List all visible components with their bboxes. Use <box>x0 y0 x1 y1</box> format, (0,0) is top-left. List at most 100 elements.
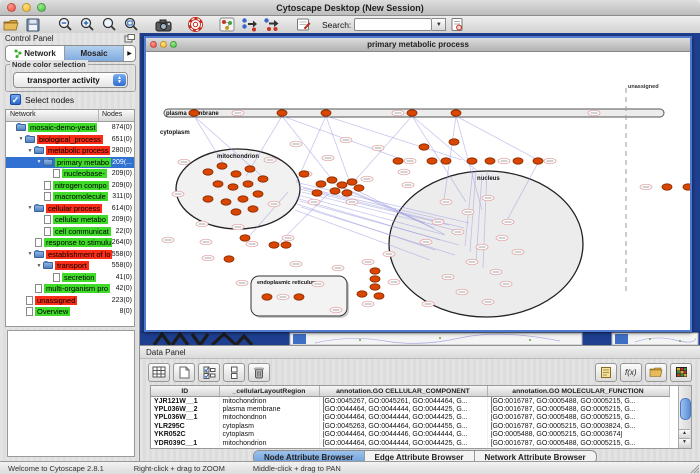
network-node[interactable] <box>467 158 477 164</box>
table-row[interactable]: YKR052Ccytoplasm[GO:0044464, GO:0044446,… <box>151 431 669 439</box>
network-node[interactable] <box>419 144 429 150</box>
network-node[interactable] <box>357 291 367 297</box>
table-cell[interactable]: [GO:0016787, GO:0005488, GO:0005215, G..… <box>487 414 669 422</box>
table-cell[interactable]: [GO:0045263, GO:0044464, GO:0044455, G..… <box>319 422 487 430</box>
unselect-all-attributes-button[interactable] <box>223 363 245 382</box>
network-node[interactable] <box>213 181 223 187</box>
zoom-selected-button[interactable] <box>122 17 140 32</box>
network-node[interactable] <box>347 179 357 185</box>
formula-builder-button[interactable]: f(x) <box>620 363 642 382</box>
attribute-column-header[interactable]: ID <box>151 386 219 397</box>
table-cell[interactable]: [GO:0044464, GO:0044444, GO:0044425, G..… <box>319 414 487 422</box>
network-node[interactable] <box>370 276 380 282</box>
zoom-fit-button[interactable] <box>100 17 118 32</box>
apply-layout-button[interactable] <box>240 17 258 32</box>
tree-collapse-icon[interactable]: ▼ <box>17 136 25 142</box>
table-row[interactable]: YLR295Ccytoplasm[GO:0045263, GO:0044464,… <box>151 422 669 430</box>
tree-row[interactable]: ▼primary metabo209(... <box>6 157 134 169</box>
network-node[interactable] <box>253 191 263 197</box>
network-node[interactable] <box>245 166 255 172</box>
edit-filter-button[interactable] <box>294 17 312 32</box>
network-node[interactable] <box>203 169 213 175</box>
network-node[interactable] <box>374 293 384 299</box>
table-scrollbar-thumb[interactable] <box>680 398 691 420</box>
table-cell[interactable]: cytoplasm <box>219 422 319 430</box>
network-node[interactable] <box>533 158 543 164</box>
table-cell[interactable]: [GO:0016787, GO:0005488, GO:0005215, G..… <box>487 405 669 413</box>
network-node[interactable] <box>327 177 337 183</box>
select-all-attributes-button[interactable] <box>198 363 220 382</box>
tree-collapse-icon[interactable]: ▼ <box>26 251 34 257</box>
table-cell[interactable]: YLR295C <box>151 422 219 430</box>
table-cell[interactable]: [GO:0044464, GO:0044444, GO:0044425, G..… <box>319 439 487 447</box>
attribute-matrix-button[interactable] <box>670 363 692 382</box>
network-node[interactable] <box>316 181 326 187</box>
network-node[interactable] <box>243 181 253 187</box>
tree-row[interactable]: nucleobase-209(0) <box>6 168 134 180</box>
table-cell[interactable]: YJR121W__1 <box>151 397 219 406</box>
attribute-notes-button[interactable] <box>595 363 617 382</box>
tree-row[interactable]: nitrogen compo209(0) <box>6 180 134 192</box>
network-node[interactable] <box>449 139 459 145</box>
table-cell[interactable]: [GO:0044464, GO:0044446, GO:0044444, G..… <box>319 431 487 439</box>
tree-row[interactable]: secretion41(0) <box>6 272 134 284</box>
occluded-window-1[interactable] <box>290 333 582 345</box>
table-cell[interactable]: [GO:0005488, GO:0005215, GO:0003674] <box>487 431 669 439</box>
network-node[interactable] <box>281 242 291 248</box>
network-node[interactable] <box>203 196 213 202</box>
network-node[interactable] <box>683 184 690 190</box>
tree-row[interactable]: ▼transport558(0) <box>6 260 134 272</box>
network-node[interactable] <box>407 110 417 116</box>
network-node[interactable] <box>393 158 403 164</box>
network-node[interactable] <box>662 184 672 190</box>
network-node[interactable] <box>258 176 268 182</box>
network-node[interactable] <box>228 184 238 190</box>
network-node[interactable] <box>485 158 495 164</box>
network-node[interactable] <box>342 190 352 196</box>
table-scrollbar[interactable]: ▲ ▼ <box>678 386 691 448</box>
table-cell[interactable]: plasma membrane <box>219 405 319 413</box>
network-node[interactable] <box>224 256 234 262</box>
table-cell[interactable]: [GO:0044464, GO:0044444, GO:0044425, G..… <box>319 405 487 413</box>
tree-row[interactable]: cellular metabo209(0) <box>6 214 134 226</box>
import-attributes-button[interactable] <box>645 363 667 382</box>
table-cell[interactable]: mitochondrion <box>219 397 319 406</box>
window-titlebar[interactable]: Cytoscape Desktop (New Session) <box>0 0 700 16</box>
tree-collapse-icon[interactable]: ▼ <box>26 148 34 154</box>
attribute-column-header[interactable]: annotation.GO MOLECULAR_FUNCTION <box>487 386 669 397</box>
network-view-window[interactable]: primary metabolic process plasma membran… <box>144 36 692 332</box>
network-node[interactable] <box>238 196 248 202</box>
resize-grip[interactable] <box>689 463 699 473</box>
network-node[interactable] <box>427 158 437 164</box>
tab-overflow-button[interactable]: ▶ <box>124 46 135 61</box>
float-panel-icon[interactable] <box>124 34 135 43</box>
table-cell[interactable]: YDR039C__1 <box>151 439 219 447</box>
network-node[interactable] <box>248 206 258 212</box>
scroll-down-button[interactable]: ▼ <box>679 438 690 448</box>
network-node[interactable] <box>217 163 227 169</box>
node-color-combobox[interactable]: transporter activity ▲▼ <box>13 72 128 88</box>
tree-row[interactable]: unassigned223(0) <box>6 295 134 307</box>
tree-collapse-icon[interactable]: ▼ <box>26 205 34 211</box>
enhanced-search-button[interactable] <box>448 17 466 32</box>
tree-row[interactable]: cell communicat22(0) <box>6 226 134 238</box>
delete-attribute-button[interactable] <box>248 363 270 382</box>
tree-row[interactable]: response to stimulu264(0) <box>6 237 134 249</box>
table-cell[interactable]: [GO:0016787, GO:0005488, GO:0005215, G..… <box>487 397 669 406</box>
tab-mosaic[interactable]: Mosaic <box>65 46 124 61</box>
attribute-column-header[interactable]: annotation.GO CELLULAR_COMPONENT <box>319 386 487 397</box>
table-cell[interactable]: YKR052C <box>151 431 219 439</box>
tree-collapse-icon[interactable]: ▼ <box>35 159 43 165</box>
network-canvas[interactable]: plasma membranecytoplasmnucleusmitochond… <box>146 52 690 331</box>
search-input[interactable] <box>354 18 432 31</box>
tree-collapse-icon[interactable]: ▼ <box>35 263 43 269</box>
network-node[interactable] <box>277 110 287 116</box>
table-cell[interactable]: YPL036W__1 <box>151 414 219 422</box>
network-node[interactable] <box>312 190 322 196</box>
table-cell[interactable]: cytoplasm <box>219 431 319 439</box>
attribute-column-header[interactable]: _cellularLayoutRegion <box>219 386 319 397</box>
tree-row[interactable]: ▼metabolic process280(0) <box>6 145 134 157</box>
tree-row[interactable]: macromolecule311(0) <box>6 191 134 203</box>
network-node[interactable] <box>441 158 451 164</box>
tree-row[interactable]: ▼biological_process651(0) <box>6 134 134 146</box>
